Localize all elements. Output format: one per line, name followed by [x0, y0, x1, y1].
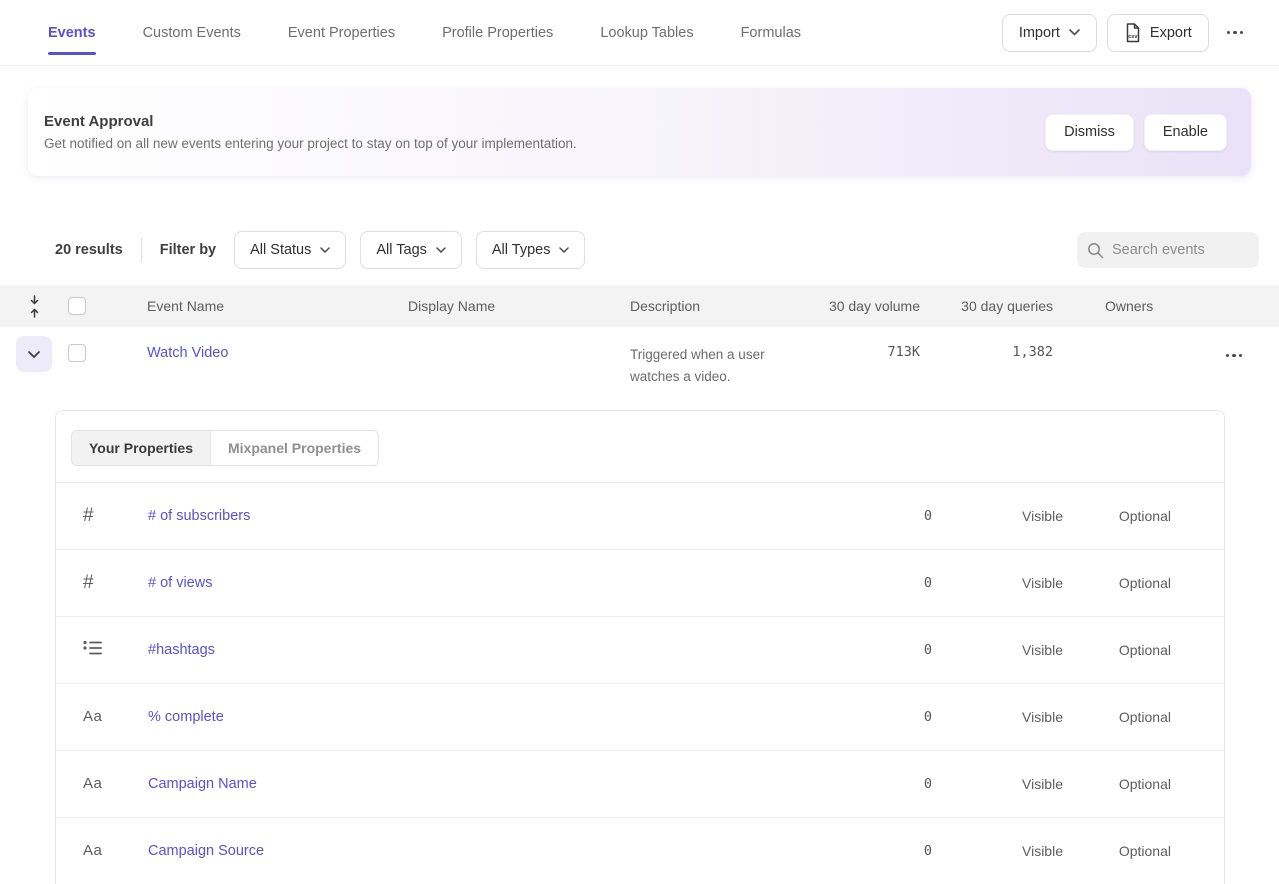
filter-all-types-label: All Types — [492, 242, 551, 258]
property-requirement: Optional — [1063, 508, 1171, 524]
property-volume: 0 — [832, 843, 932, 859]
tab-events[interactable]: Events — [48, 0, 96, 65]
property-volume: 0 — [832, 709, 932, 725]
number-icon: # — [83, 572, 94, 593]
dismiss-button[interactable]: Dismiss — [1045, 114, 1134, 151]
search-icon — [1087, 242, 1104, 259]
property-row: Aa % complete 0 Visible Optional — [56, 684, 1224, 751]
more-icon — [1227, 31, 1243, 34]
chevron-down-icon — [559, 247, 569, 253]
property-visibility: Visible — [932, 575, 1063, 591]
properties-tab-group: Your Properties Mixpanel Properties — [71, 430, 379, 466]
enable-button[interactable]: Enable — [1144, 114, 1227, 151]
event-volume: 713K — [800, 327, 922, 360]
tab-lookup-tables[interactable]: Lookup Tables — [600, 0, 693, 65]
tab-your-properties[interactable]: Your Properties — [72, 431, 210, 465]
banner-title: Event Approval — [44, 113, 577, 130]
event-queries: 1,382 — [922, 327, 1058, 360]
filter-toolbar: 20 results Filter by All Status All Tags… — [55, 231, 1259, 269]
property-requirement: Optional — [1063, 575, 1171, 591]
property-visibility: Visible — [932, 843, 1063, 859]
property-requirement: Optional — [1063, 642, 1171, 658]
chevron-down-icon — [436, 247, 446, 253]
chevron-down-icon — [28, 351, 40, 358]
column-display-name: Display Name — [390, 298, 618, 314]
more-button[interactable] — [1219, 14, 1251, 52]
tab-formulas[interactable]: Formulas — [741, 0, 801, 65]
event-row: Watch Video Triggered when a user watche… — [0, 327, 1279, 410]
column-owners: Owners — [1058, 298, 1190, 314]
banner-description: Get notified on all new events entering … — [44, 136, 577, 151]
property-visibility: Visible — [932, 642, 1063, 658]
tab-event-properties[interactable]: Event Properties — [288, 0, 395, 65]
text-icon: Aa — [83, 775, 102, 792]
filter-all-status[interactable]: All Status — [234, 231, 346, 269]
events-table-header: Event Name Display Name Description 30 d… — [0, 285, 1279, 327]
collapse-row-button[interactable] — [16, 336, 52, 372]
property-name-link[interactable]: #hashtags — [148, 642, 215, 658]
number-icon: # — [83, 505, 94, 526]
property-volume: 0 — [832, 642, 932, 658]
event-description: Triggered when a user watches a video. — [618, 327, 800, 388]
property-volume: 0 — [832, 575, 932, 591]
property-name-link[interactable]: # of views — [148, 575, 212, 591]
property-requirement: Optional — [1063, 843, 1171, 859]
csv-file-icon: csv — [1124, 23, 1141, 43]
property-visibility: Visible — [932, 508, 1063, 524]
properties-panel: Your Properties Mixpanel Properties # # … — [55, 410, 1225, 884]
filter-all-tags[interactable]: All Tags — [360, 231, 462, 269]
property-visibility: Visible — [932, 776, 1063, 792]
import-button-label: Import — [1019, 25, 1060, 41]
property-volume: 0 — [832, 776, 932, 792]
property-name-link[interactable]: # of subscribers — [148, 508, 250, 524]
toolbar-divider — [141, 238, 142, 262]
property-row: Aa Campaign Source 0 Visible Optional — [56, 818, 1224, 884]
filter-all-status-label: All Status — [250, 242, 311, 258]
row-actions-button[interactable] — [1218, 345, 1250, 365]
top-nav: Events Custom Events Event Properties Pr… — [0, 0, 1279, 66]
export-button-label: Export — [1150, 25, 1192, 41]
property-row: # # of subscribers 0 Visible Optional — [56, 483, 1224, 550]
property-name-link[interactable]: Campaign Source — [148, 843, 264, 859]
column-30-day-queries: 30 day queries — [922, 298, 1058, 314]
text-icon: Aa — [83, 708, 102, 725]
filter-all-tags-label: All Tags — [376, 242, 427, 258]
more-icon — [1226, 354, 1242, 357]
search-input[interactable] — [1112, 242, 1242, 258]
text-icon: Aa — [83, 842, 102, 859]
event-name-link[interactable]: Watch Video — [147, 345, 228, 361]
event-approval-banner: Event Approval Get notified on all new e… — [28, 88, 1251, 176]
property-visibility: Visible — [932, 709, 1063, 725]
column-30-day-volume: 30 day volume — [800, 298, 922, 314]
tab-profile-properties[interactable]: Profile Properties — [442, 0, 553, 65]
property-requirement: Optional — [1063, 709, 1171, 725]
property-name-link[interactable]: Campaign Name — [148, 776, 257, 792]
lexicon-tabs: Events Custom Events Event Properties Pr… — [48, 0, 801, 65]
tab-mixpanel-properties[interactable]: Mixpanel Properties — [210, 431, 378, 465]
property-row: # # of views 0 Visible Optional — [56, 550, 1224, 617]
column-description: Description — [618, 298, 800, 314]
search-box[interactable] — [1077, 232, 1259, 268]
property-requirement: Optional — [1063, 776, 1171, 792]
row-checkbox[interactable] — [68, 344, 86, 362]
chevron-down-icon — [1069, 29, 1080, 36]
column-event-name: Event Name — [115, 298, 390, 314]
property-row: #hashtags 0 Visible Optional — [56, 617, 1224, 684]
export-button[interactable]: csv Export — [1107, 14, 1209, 52]
import-button[interactable]: Import — [1002, 14, 1097, 52]
select-all-checkbox[interactable] — [68, 297, 86, 315]
property-row: Aa Campaign Name 0 Visible Optional — [56, 751, 1224, 818]
property-volume: 0 — [832, 508, 932, 524]
list-icon — [83, 640, 102, 656]
results-count: 20 results — [55, 242, 123, 258]
chevron-down-icon — [320, 247, 330, 253]
filter-all-types[interactable]: All Types — [476, 231, 586, 269]
collapse-all-icon[interactable] — [28, 295, 41, 318]
svg-text:csv: csv — [1128, 34, 1138, 40]
property-name-link[interactable]: % complete — [148, 709, 224, 725]
tab-custom-events[interactable]: Custom Events — [143, 0, 241, 65]
filter-by-label: Filter by — [160, 242, 216, 258]
